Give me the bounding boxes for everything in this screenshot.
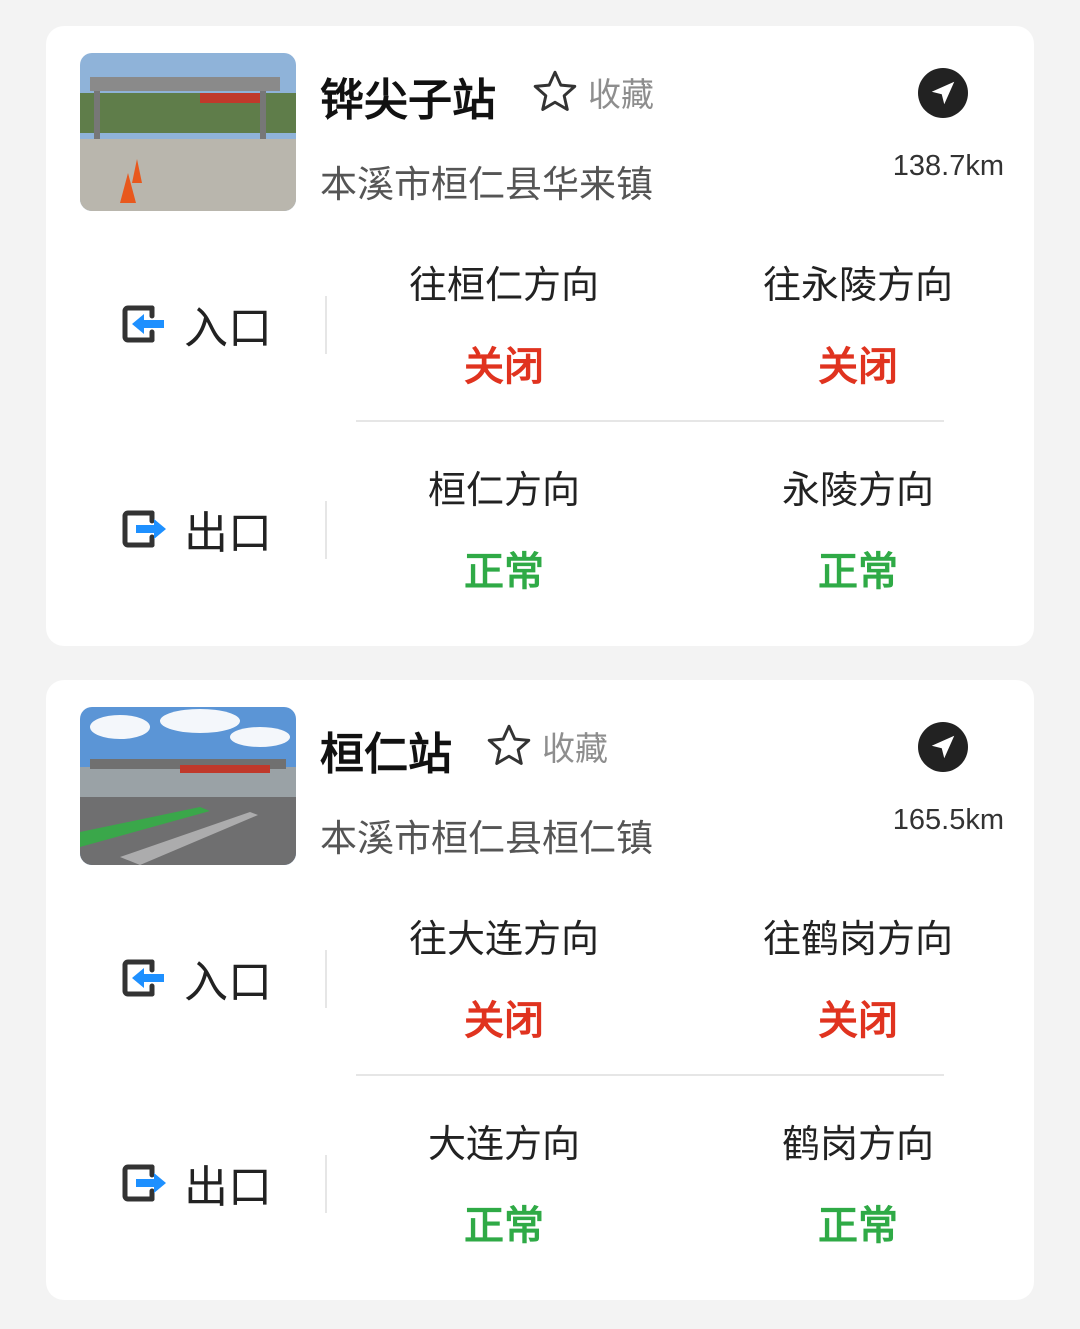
status-normal: 正常	[464, 1203, 544, 1249]
status-normal: 正常	[818, 1203, 898, 1249]
row-divider	[356, 1074, 944, 1076]
entrance-icon	[122, 959, 164, 997]
station-name: 铧尖子站	[320, 75, 496, 126]
station-photo	[80, 53, 296, 211]
divider	[325, 950, 327, 1008]
exit-icon	[122, 1164, 166, 1202]
entrance-icon	[122, 305, 164, 343]
direction-name: 往永陵方向	[762, 263, 953, 307]
exit-label: 出口	[118, 1153, 272, 1213]
entrance-row: 入口 往桓仁方向 关闭 往永陵方向 关闭	[46, 246, 1034, 406]
direction-cell: 往大连方向 关闭	[344, 908, 664, 1046]
divider	[325, 501, 327, 559]
status-closed: 关闭	[818, 998, 898, 1044]
station-address: 本溪市桓仁县桓仁镇	[320, 817, 653, 860]
distance: 165.5km	[892, 804, 1004, 836]
favorite-label: 收藏	[588, 75, 654, 114]
direction-cell: 往永陵方向 关闭	[698, 254, 1018, 392]
direction-name: 往鹤岗方向	[762, 917, 953, 961]
exit-row: 出口 大连方向 正常 鹤岗方向 正常	[46, 1105, 1034, 1265]
status-closed: 关闭	[818, 344, 898, 390]
divider	[325, 296, 327, 354]
favorite-label: 收藏	[542, 729, 608, 768]
status-normal: 正常	[464, 549, 544, 595]
row-divider	[356, 420, 944, 422]
direction-name: 桓仁方向	[427, 468, 580, 512]
divider	[325, 1155, 327, 1213]
entrance-label: 入口	[118, 948, 272, 1008]
station-card[interactable]: 铧尖子站 收藏 本溪市桓仁县华来镇 138.7km 入口 往桓仁方向 关闭 往永…	[46, 26, 1034, 646]
direction-cell: 往桓仁方向 关闭	[344, 254, 664, 392]
entrance-label: 入口	[118, 294, 272, 354]
status-normal: 正常	[818, 549, 898, 595]
station-photo	[80, 707, 296, 865]
navigate-icon[interactable]	[918, 68, 968, 118]
station-name: 桓仁站	[320, 729, 452, 780]
status-closed: 关闭	[464, 344, 544, 390]
exit-icon	[122, 510, 166, 548]
direction-name: 鹤岗方向	[781, 1122, 934, 1166]
exit-label: 出口	[118, 499, 272, 559]
status-closed: 关闭	[464, 998, 544, 1044]
direction-name: 永陵方向	[781, 468, 934, 512]
direction-name: 往大连方向	[408, 917, 599, 961]
direction-cell: 往鹤岗方向 关闭	[698, 908, 1018, 1046]
direction-name: 往桓仁方向	[408, 263, 599, 307]
station-address: 本溪市桓仁县华来镇	[320, 163, 653, 206]
favorite-button[interactable]: 收藏	[484, 720, 608, 772]
favorite-button[interactable]: 收藏	[530, 66, 654, 118]
distance: 138.7km	[892, 150, 1004, 182]
direction-cell: 桓仁方向 正常	[344, 459, 664, 597]
direction-name: 大连方向	[427, 1122, 580, 1166]
direction-cell: 永陵方向 正常	[698, 459, 1018, 597]
navigate-icon[interactable]	[918, 722, 968, 772]
exit-row: 出口 桓仁方向 正常 永陵方向 正常	[46, 451, 1034, 611]
entrance-row: 入口 往大连方向 关闭 往鹤岗方向 关闭	[46, 900, 1034, 1060]
direction-cell: 大连方向 正常	[344, 1113, 664, 1251]
station-card[interactable]: 桓仁站 收藏 本溪市桓仁县桓仁镇 165.5km 入口 往大连方向 关闭 往鹤岗…	[46, 680, 1034, 1300]
star-icon	[533, 70, 577, 111]
direction-cell: 鹤岗方向 正常	[698, 1113, 1018, 1251]
star-icon	[487, 724, 531, 765]
